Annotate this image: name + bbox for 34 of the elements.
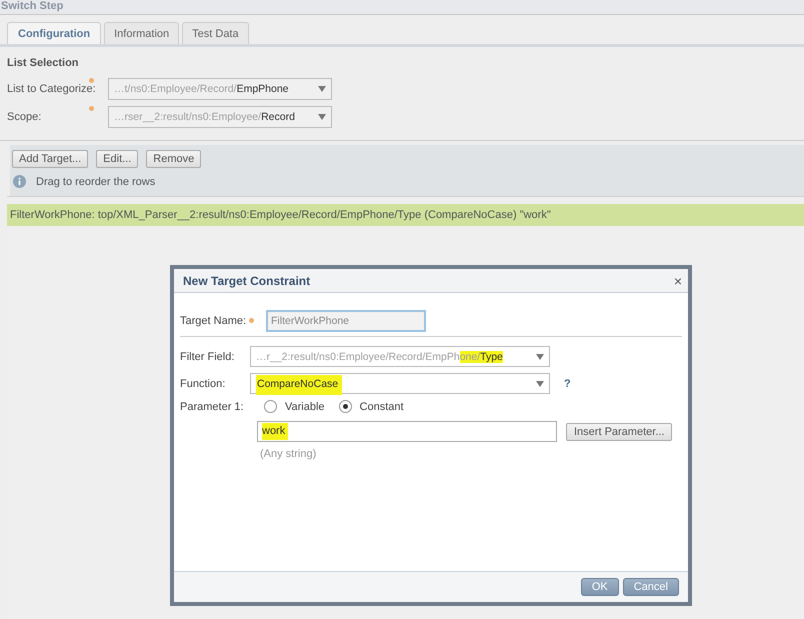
section-heading: List Selection	[7, 57, 80, 69]
dropdown-field[interactable]: …r__2:result/ns0:Employee/Record/EmpPhone/Type	[250, 346, 550, 367]
tab[interactable]: Configuration	[7, 22, 102, 44]
caret-icon	[318, 114, 326, 120]
dropdown-field[interactable]: CompareNoCase	[250, 373, 550, 394]
close-button[interactable]: ×	[674, 272, 682, 288]
toolbar-button[interactable]: Remove	[146, 150, 202, 168]
caret-icon	[536, 380, 544, 386]
field-label: Filter Field:	[180, 350, 234, 362]
target-row[interactable]: FilterWorkPhone: top/XML_Parser__2:result/ns0:Employee/Record/EmpPhone/Type (CompareNoCase) "work"	[7, 204, 804, 226]
tab[interactable]: Information	[104, 22, 180, 44]
toolbar-button[interactable]: Edit...	[96, 150, 138, 168]
field-label: Function:	[180, 378, 226, 390]
caret-icon	[536, 354, 544, 360]
field-label: Parameter 1:	[180, 400, 244, 412]
field-label: List to Categorize:	[7, 83, 97, 95]
toolbar-button[interactable]: Add Target...	[12, 150, 88, 168]
dropdown-field[interactable]: …t/ns0:Employee/Record/EmpPhone	[108, 78, 332, 100]
caret-icon	[318, 86, 326, 92]
insert-parameter-button[interactable]: Insert Parameter...	[566, 422, 672, 440]
field-hint: (Any string)	[260, 448, 318, 460]
field-label: Target Name:	[180, 315, 246, 327]
tab[interactable]: Test Data	[182, 22, 249, 44]
radio-button[interactable]: Variable	[264, 400, 325, 413]
dropdown-field[interactable]: …rser__2:result/ns0:Employee/Record	[108, 106, 332, 128]
dialog-title: New Target Constraint	[183, 274, 310, 288]
radio-button[interactable]: Constant	[338, 400, 404, 413]
hint-text: Drag to reorder the rows	[36, 176, 156, 188]
window-title: Switch Step	[1, 0, 64, 13]
info-icon	[13, 175, 26, 188]
field-label: Scope:	[7, 111, 42, 123]
input-field[interactable]: work	[257, 421, 557, 442]
help-link[interactable]: ?	[564, 378, 571, 390]
input-field[interactable]: FilterWorkPhone	[266, 310, 426, 332]
